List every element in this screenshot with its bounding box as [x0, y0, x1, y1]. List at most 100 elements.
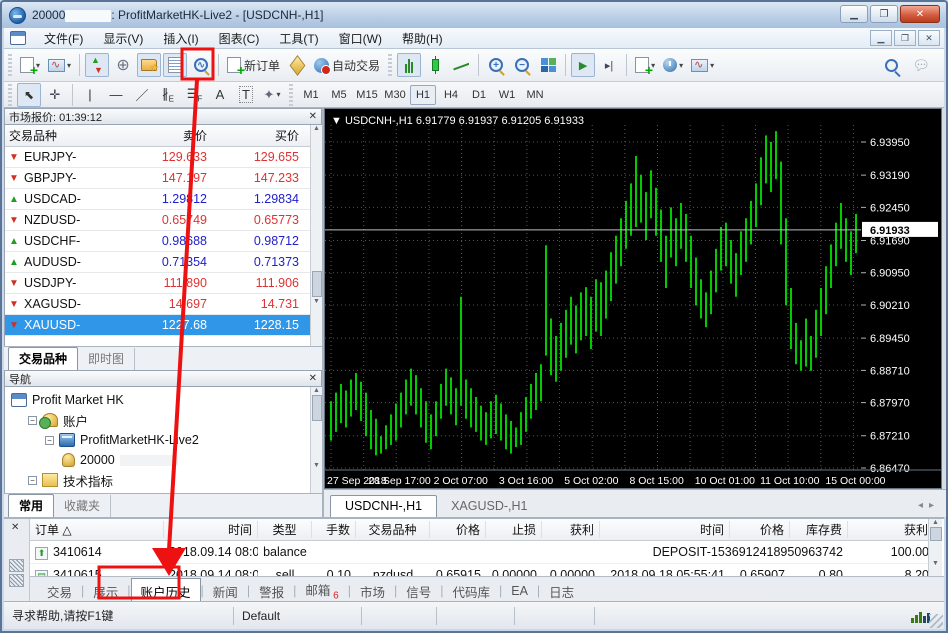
- toolbar-grip[interactable]: [289, 84, 293, 106]
- history-column-3[interactable]: 手数: [312, 521, 356, 538]
- menu-item[interactable]: 文件(F): [34, 30, 93, 48]
- history-header-row[interactable]: 订单 △时间类型手数交易品种价格止损获利时间价格库存费获利: [30, 519, 934, 541]
- cursor-tool[interactable]: ⬉: [17, 83, 41, 107]
- status-profile[interactable]: Default: [234, 607, 362, 625]
- terminal-tab-4[interactable]: 警报: [250, 579, 293, 604]
- text-tool[interactable]: A: [208, 83, 232, 107]
- trendline-tool[interactable]: ／: [130, 83, 154, 107]
- market-watch-row[interactable]: ▼XAUUSD-1227.681228.15: [5, 315, 322, 336]
- market-watch-row[interactable]: ▲USDCHF-0.986880.98712: [5, 231, 322, 252]
- zoom-in-button[interactable]: +: [484, 53, 508, 77]
- chart-shift-button[interactable]: ▸|: [597, 53, 621, 77]
- market-watch-tab[interactable]: 交易品种: [8, 347, 78, 370]
- navigator-close-icon[interactable]: ✕: [309, 373, 317, 384]
- navigator-tree-item[interactable]: −ProfitMarketHK-Live2: [5, 430, 322, 450]
- menu-item[interactable]: 插入(I): [153, 30, 208, 48]
- market-watch-row[interactable]: ▼USDJPY-111.890111.906: [5, 273, 322, 294]
- navigator-tab[interactable]: 常用: [8, 494, 54, 517]
- terminal-tab-7[interactable]: 信号: [397, 579, 440, 604]
- history-column-8[interactable]: 时间: [600, 521, 730, 538]
- toolbar-grip[interactable]: [8, 54, 12, 76]
- history-column-5[interactable]: 价格: [430, 521, 486, 538]
- terminal-tab-3[interactable]: 新闻: [204, 579, 247, 604]
- minimize-button[interactable]: ▁: [840, 5, 868, 23]
- new-chart-button[interactable]: ▾: [17, 53, 43, 77]
- navigator-tree-item[interactable]: −账户: [5, 410, 322, 430]
- templates-button[interactable]: ▾: [688, 53, 717, 77]
- navigator-tree-item[interactable]: 20000: [5, 450, 322, 470]
- history-column-9[interactable]: 价格: [730, 521, 790, 538]
- profiles-button[interactable]: ▾: [45, 53, 74, 77]
- chart-tab[interactable]: USDCNH-,H1: [330, 495, 437, 517]
- terminal-scrollbar[interactable]: ▲▼: [928, 519, 942, 576]
- history-column-7[interactable]: 获利: [542, 521, 600, 538]
- history-column-4[interactable]: 交易品种: [356, 521, 430, 538]
- horizontal-line-tool[interactable]: —: [104, 83, 128, 107]
- market-watch-row[interactable]: ▼NZDUSD-0.657490.65773: [5, 210, 322, 231]
- restore-button[interactable]: ❐: [870, 5, 898, 23]
- history-column-11[interactable]: 获利: [848, 521, 934, 538]
- indicators-button[interactable]: ▾: [632, 53, 658, 77]
- chart-tab-scroll-arrows[interactable]: ◂▸: [918, 500, 940, 511]
- market-watch-column-header[interactable]: 卖价: [113, 127, 213, 144]
- timeframe-m5[interactable]: M5: [326, 85, 352, 105]
- menu-item[interactable]: 帮助(H): [392, 30, 453, 48]
- navigator-tab[interactable]: 收藏夹: [54, 495, 111, 517]
- terminal-tab-6[interactable]: 市场: [351, 579, 394, 604]
- text-label-tool[interactable]: T: [234, 83, 258, 107]
- history-column-1[interactable]: 时间: [164, 521, 258, 538]
- chart-window[interactable]: 6.939506.931906.924506.916906.909506.902…: [324, 108, 942, 489]
- terminal-tab-0[interactable]: 交易: [38, 579, 81, 604]
- new-order-button[interactable]: 新订单: [224, 53, 283, 77]
- history-column-6[interactable]: 止损: [486, 521, 542, 538]
- navigator-tree-item[interactable]: Profit Market HK: [5, 390, 322, 410]
- tile-windows-button[interactable]: [536, 53, 560, 77]
- terminal-tab-1[interactable]: 展示: [84, 579, 127, 604]
- navigator-tree-item[interactable]: −技术指标: [5, 470, 322, 490]
- child-restore-button[interactable]: ❐: [894, 30, 916, 46]
- channel-tool[interactable]: ∦E: [156, 83, 180, 107]
- candlestick-button[interactable]: [423, 53, 447, 77]
- history-row[interactable]: ▤34106152018.09.14 08:08:04sell0.10nzdus…: [30, 564, 934, 576]
- bar-chart-button[interactable]: [397, 53, 421, 77]
- tree-expander-icon[interactable]: −: [28, 416, 37, 425]
- terminal-tab-9[interactable]: EA: [502, 581, 537, 601]
- child-close-button[interactable]: ✕: [918, 30, 940, 46]
- timeframe-m1[interactable]: M1: [298, 85, 324, 105]
- terminal-tab-8[interactable]: 代码库: [443, 579, 499, 604]
- terminal-tab-ea[interactable]: 日志: [540, 579, 583, 604]
- close-button[interactable]: ✕: [900, 5, 940, 23]
- menu-item[interactable]: 工具(T): [269, 30, 328, 48]
- resize-grip[interactable]: [929, 614, 943, 628]
- shapes-tool[interactable]: ✦▾: [260, 83, 284, 107]
- autotrading-button[interactable]: 自动交易: [311, 53, 383, 77]
- data-window-button[interactable]: ⊕: [111, 53, 135, 77]
- timeframe-h4[interactable]: H4: [438, 85, 464, 105]
- timeframe-w1[interactable]: W1: [494, 85, 520, 105]
- market-watch-tab[interactable]: 即时图: [78, 348, 135, 370]
- terminal-close-icon[interactable]: ✕: [11, 522, 19, 533]
- child-minimize-button[interactable]: ▁: [870, 30, 892, 46]
- price-chart[interactable]: 6.939506.931906.924506.916906.909506.902…: [325, 109, 941, 488]
- timeframe-h1[interactable]: H1: [410, 85, 436, 105]
- market-watch-row[interactable]: ▼GBPJPY-147.197147.233: [5, 168, 322, 189]
- timeframe-m15[interactable]: M15: [354, 85, 380, 105]
- timeframe-d1[interactable]: D1: [466, 85, 492, 105]
- timeframe-m30[interactable]: M30: [382, 85, 408, 105]
- line-chart-button[interactable]: [449, 53, 473, 77]
- navigator-scrollbar[interactable]: ▲▼: [310, 387, 322, 493]
- toolbar-grip[interactable]: [388, 54, 392, 76]
- market-watch-close-icon[interactable]: ✕: [309, 111, 317, 122]
- market-watch-row[interactable]: ▼EURJPY-129.633129.655: [5, 147, 322, 168]
- metaeditor-button[interactable]: [285, 53, 309, 77]
- tree-expander-icon[interactable]: −: [45, 436, 54, 445]
- history-column-2[interactable]: 类型: [258, 521, 312, 538]
- navigator-toggle[interactable]: [137, 53, 161, 77]
- zoom-out-button[interactable]: −: [510, 53, 534, 77]
- market-watch-column-header[interactable]: 买价: [213, 127, 305, 144]
- market-watch-row[interactable]: ▲AUDUSD-0.713540.71373: [5, 252, 322, 273]
- chart-tab[interactable]: XAGUSD-,H1: [437, 496, 541, 517]
- menu-item[interactable]: 图表(C): [209, 30, 270, 48]
- strategy-tester-button[interactable]: ∿: [189, 53, 213, 77]
- fibonacci-tool[interactable]: ☰F: [182, 83, 206, 107]
